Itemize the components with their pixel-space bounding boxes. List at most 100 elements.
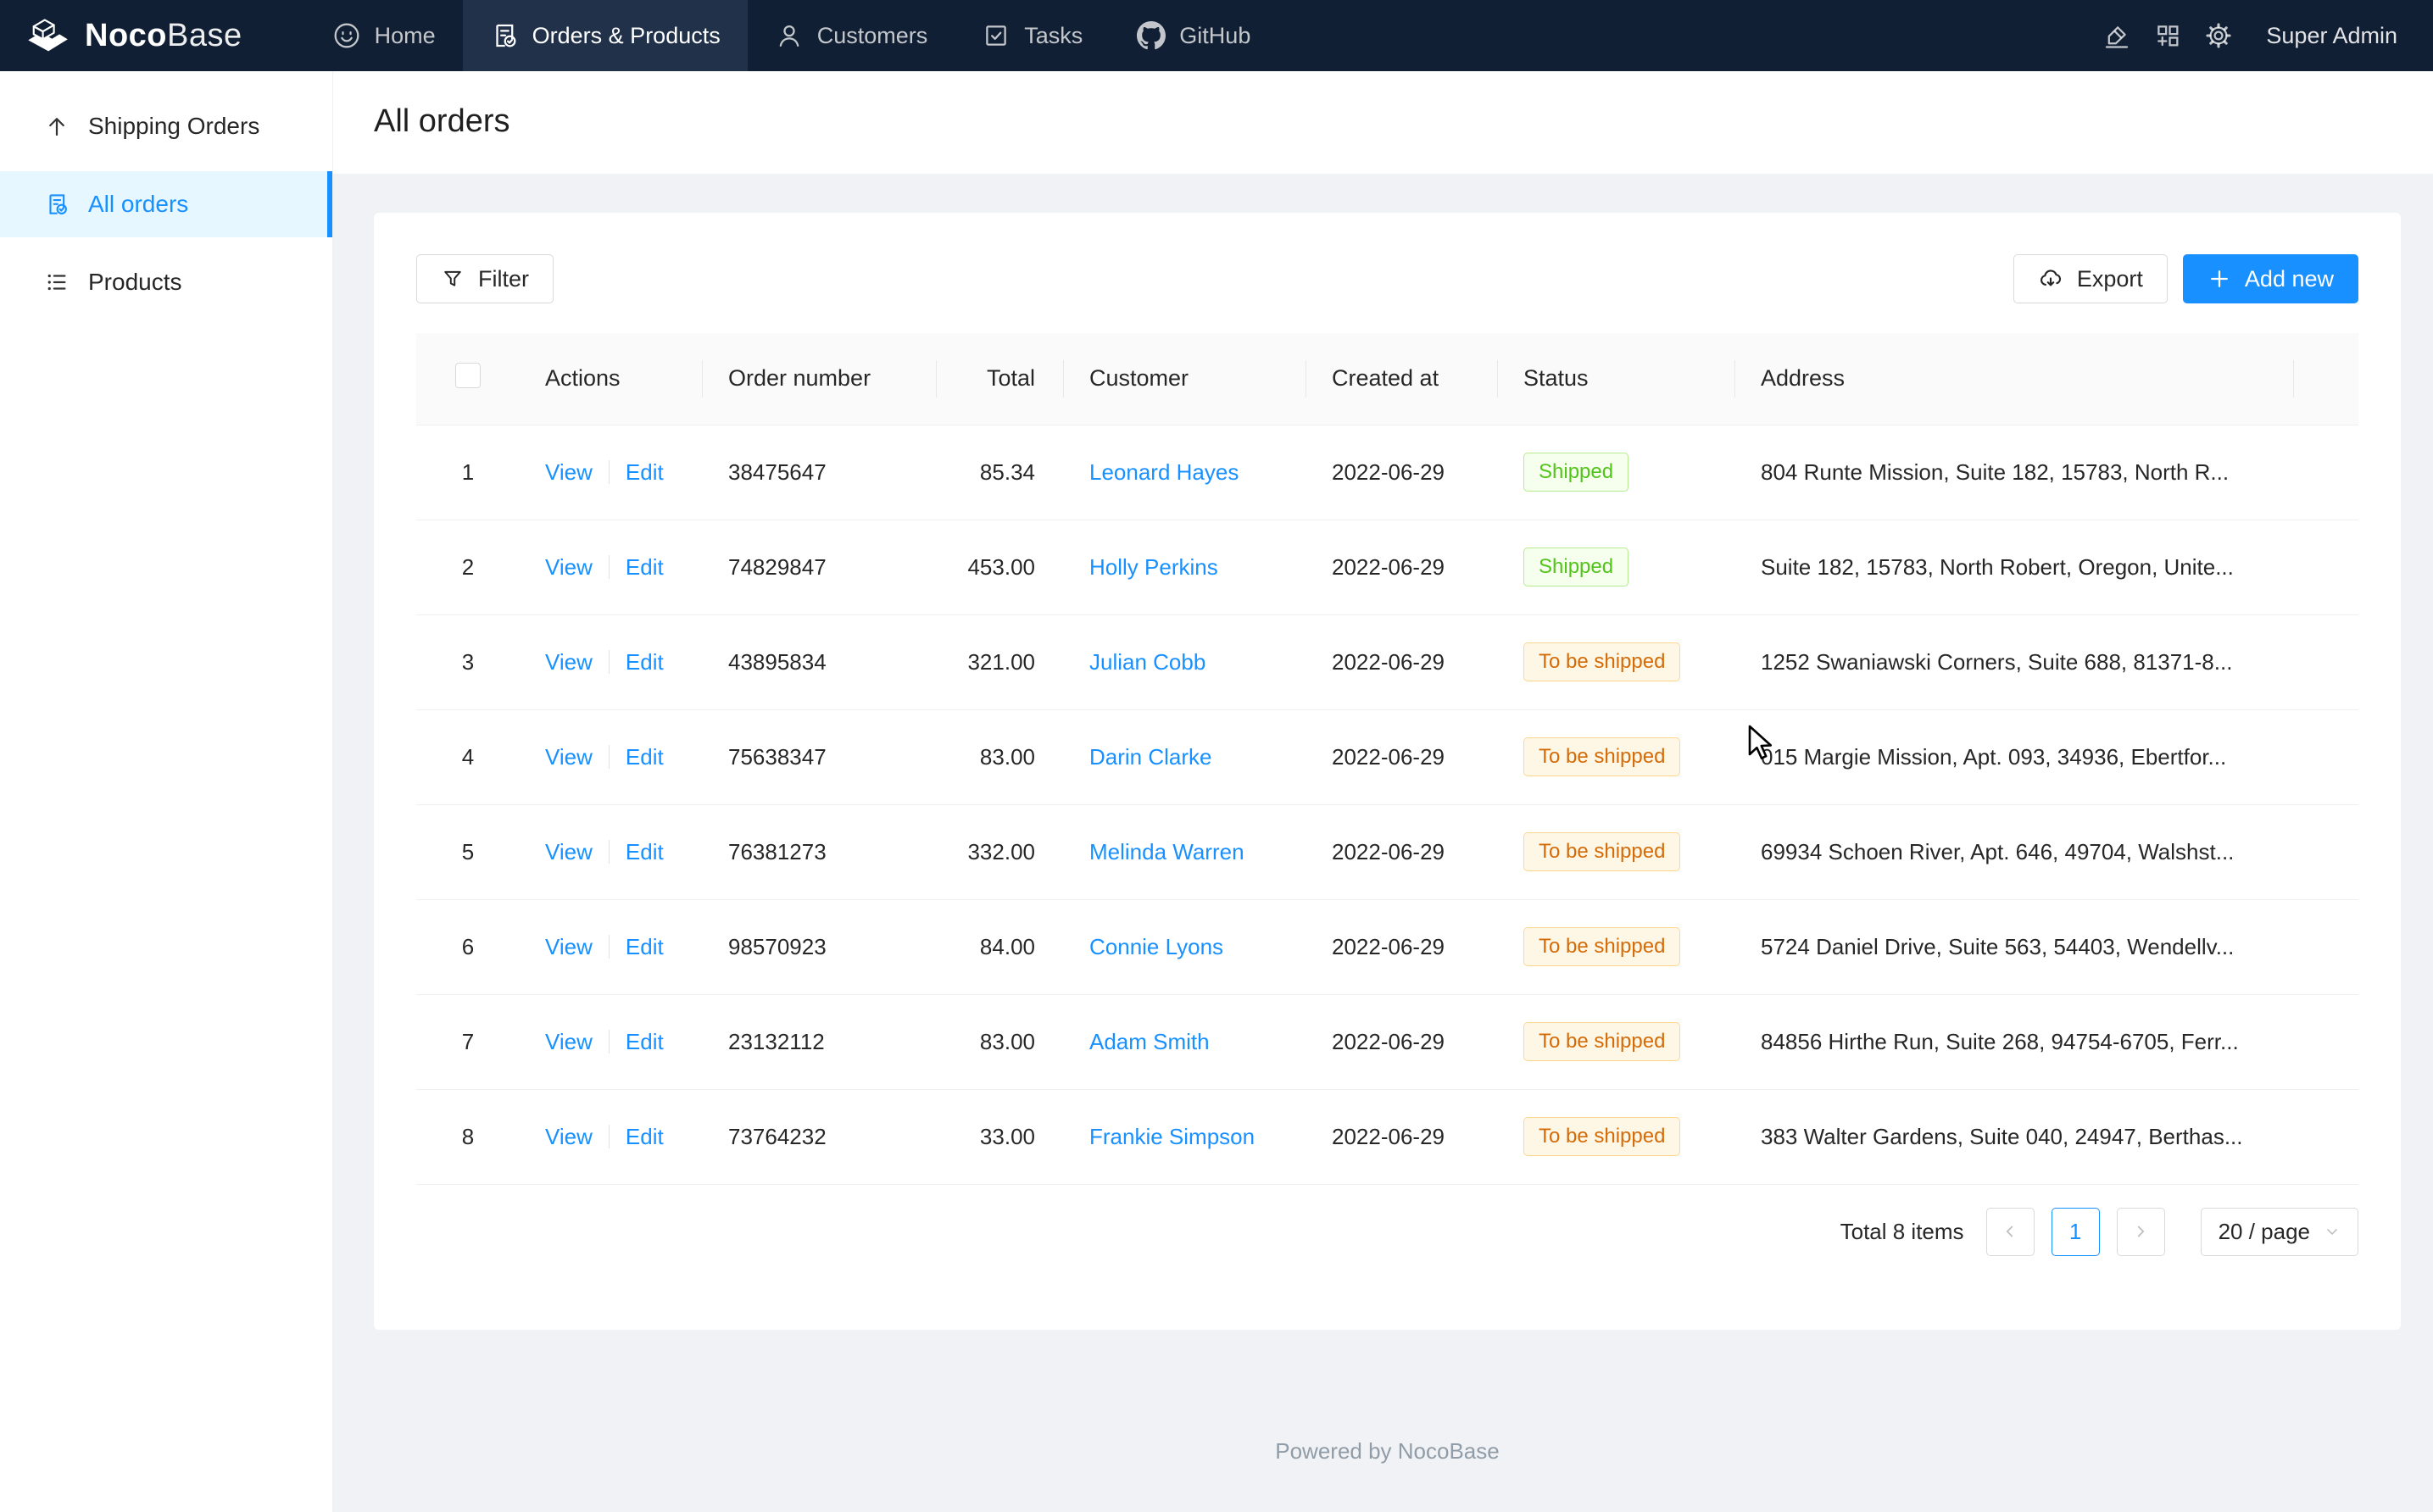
chevron-down-icon (2324, 1223, 2341, 1240)
status-badge: Shipped (1523, 548, 1628, 586)
row-index: 1 (416, 425, 520, 520)
edit-link[interactable]: Edit (626, 554, 664, 580)
view-link[interactable]: View (545, 554, 593, 580)
export-button[interactable]: Export (2013, 254, 2168, 303)
row-index: 6 (416, 899, 520, 994)
add-new-button[interactable]: Add new (2183, 254, 2358, 303)
table-row: 4 ViewEdit 75638347 83.00 Darin Clarke 2… (416, 709, 2358, 804)
customer-link[interactable]: Leonard Hayes (1089, 459, 1239, 485)
header-customer: Customer (1064, 333, 1306, 425)
edit-link[interactable]: Edit (626, 744, 664, 770)
view-link[interactable]: View (545, 839, 593, 864)
view-link[interactable]: View (545, 934, 593, 959)
edit-link[interactable]: Edit (626, 649, 664, 675)
action-divider (609, 460, 610, 484)
nav-item-github[interactable]: GitHub (1110, 0, 1278, 71)
filter-button[interactable]: Filter (416, 254, 554, 303)
page-size-value: 20 / page (2219, 1219, 2310, 1245)
created-at-cell: 2022-06-29 (1306, 899, 1498, 994)
status-cell: To be shipped (1498, 1089, 1735, 1184)
status-cell: To be shipped (1498, 709, 1735, 804)
pagination-next-button[interactable] (2117, 1208, 2165, 1256)
created-at-cell: 2022-06-29 (1306, 804, 1498, 899)
unordered-list-icon (44, 270, 70, 295)
created-at-cell: 2022-06-29 (1306, 520, 1498, 614)
table-row: 2 ViewEdit 74829847 453.00 Holly Perkins… (416, 520, 2358, 614)
customer-link[interactable]: Melinda Warren (1089, 839, 1244, 864)
status-badge: To be shipped (1523, 927, 1680, 966)
header-address: Address (1735, 333, 2294, 425)
github-icon (1137, 21, 1166, 50)
edit-link[interactable]: Edit (626, 459, 664, 485)
header-status: Status (1498, 333, 1735, 425)
brand-logo[interactable]: NocoBase (0, 0, 271, 71)
page-title: All orders (374, 103, 2392, 140)
edit-link[interactable]: Edit (626, 1124, 664, 1149)
customer-link[interactable]: Connie Lyons (1089, 934, 1223, 959)
highlighter-icon[interactable] (2091, 21, 2142, 50)
customer-link[interactable]: Darin Clarke (1089, 744, 1212, 770)
table-row: 8 ViewEdit 73764232 33.00 Frankie Simpso… (416, 1089, 2358, 1184)
created-at-cell: 2022-06-29 (1306, 425, 1498, 520)
nav-item-label: GitHub (1179, 23, 1250, 49)
edit-link[interactable]: Edit (626, 839, 664, 864)
nav-item-home[interactable]: Home (305, 0, 463, 71)
action-divider (609, 555, 610, 579)
customer-link[interactable]: Julian Cobb (1089, 649, 1205, 675)
sidebar-item-all-orders[interactable]: All orders (0, 171, 332, 237)
created-at-cell: 2022-06-29 (1306, 614, 1498, 709)
gear-icon[interactable] (2193, 21, 2244, 50)
spacer-cell (2294, 709, 2358, 804)
nav-item-label: Orders & Products (532, 23, 721, 49)
customer-cell: Holly Perkins (1064, 520, 1306, 614)
sidebar-item-products[interactable]: Products (0, 249, 332, 315)
customer-cell: Leonard Hayes (1064, 425, 1306, 520)
arrow-up-icon (44, 114, 70, 139)
view-link[interactable]: View (545, 649, 593, 675)
powered-by-footer: Powered by NocoBase (374, 1438, 2401, 1465)
appstore-add-icon[interactable] (2142, 21, 2193, 50)
created-at-cell: 2022-06-29 (1306, 994, 1498, 1089)
customer-link[interactable]: Adam Smith (1089, 1029, 1210, 1054)
header-select-all (416, 333, 520, 425)
action-divider (609, 840, 610, 864)
pagination-page-1[interactable]: 1 (2052, 1208, 2100, 1256)
row-index: 7 (416, 994, 520, 1089)
view-link[interactable]: View (545, 1124, 593, 1149)
view-link[interactable]: View (545, 744, 593, 770)
action-divider (609, 1125, 610, 1148)
table-row: 1 ViewEdit 38475647 85.34 Leonard Hayes … (416, 425, 2358, 520)
user-menu[interactable]: Super Admin (2266, 23, 2397, 49)
pagination-prev-button[interactable] (1986, 1208, 2035, 1256)
sidebar-item-label: Products (88, 269, 182, 296)
header-actions: Actions (520, 333, 703, 425)
main-menu: Home Orders & Products Cust (305, 0, 1278, 71)
action-divider (609, 935, 610, 959)
customer-cell: Julian Cobb (1064, 614, 1306, 709)
content-area: Filter Export (333, 174, 2433, 1512)
customer-link[interactable]: Frankie Simpson (1089, 1124, 1255, 1149)
actions-cell: View Edit (520, 425, 703, 520)
sidebar-item-shipping-orders[interactable]: Shipping Orders (0, 93, 332, 159)
pagination: Total 8 items 1 20 / page (416, 1208, 2358, 1256)
order-number-cell: 43895834 (703, 614, 937, 709)
user-icon (775, 21, 804, 50)
total-cell: 33.00 (937, 1089, 1064, 1184)
customer-link[interactable]: Holly Perkins (1089, 554, 1218, 580)
edit-link[interactable]: Edit (626, 1029, 664, 1054)
brand-name-light: Base (167, 18, 242, 53)
address-cell: 69934 Schoen River, Apt. 646, 49704, Wal… (1735, 804, 2294, 899)
nav-item-tasks[interactable]: Tasks (955, 0, 1110, 71)
spacer-cell (2294, 520, 2358, 614)
select-all-checkbox[interactable] (455, 363, 481, 388)
nav-item-customers[interactable]: Customers (748, 0, 955, 71)
view-link[interactable]: View (545, 1029, 593, 1054)
table-header-row: Actions Order number Total Customer Crea… (416, 333, 2358, 425)
view-link[interactable]: View (545, 459, 593, 485)
action-divider (609, 745, 610, 769)
edit-link[interactable]: Edit (626, 934, 664, 959)
nav-item-orders-products[interactable]: Orders & Products (463, 0, 748, 71)
page-size-select[interactable]: 20 / page (2201, 1208, 2358, 1256)
row-index: 2 (416, 520, 520, 614)
sidebar-item-label: All orders (88, 191, 188, 218)
